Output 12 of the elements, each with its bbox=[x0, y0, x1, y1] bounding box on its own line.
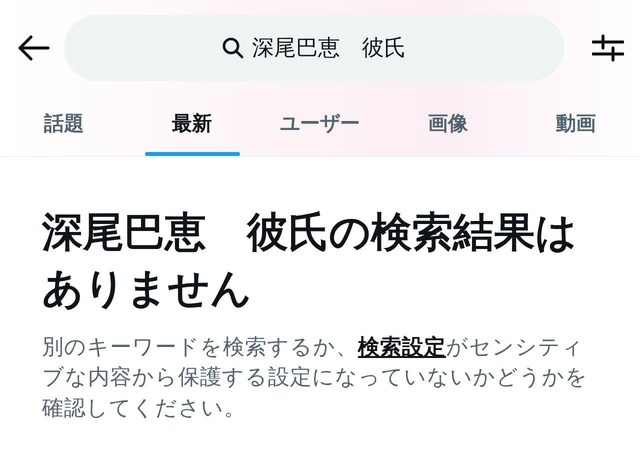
tab[interactable]: 画像 bbox=[384, 96, 512, 156]
search-field[interactable]: 深尾巴恵 彼氏 bbox=[64, 15, 564, 81]
filter-sliders-icon[interactable] bbox=[592, 33, 624, 63]
tab[interactable]: ユーザー bbox=[256, 96, 384, 156]
search-settings-link[interactable]: 検索設定 bbox=[358, 334, 446, 360]
empty-state-message: 別のキーワードを検索するか、検索設定がセンシティブな内容から保護する設定になっていないかどうかを確認してください。 bbox=[42, 334, 589, 423]
tab[interactable]: 動画 bbox=[512, 96, 640, 156]
empty-state-title: 深尾巴恵 彼氏の検索結果はありません bbox=[42, 207, 578, 314]
tab[interactable]: 話題 bbox=[0, 96, 128, 156]
back-arrow-icon[interactable] bbox=[18, 35, 50, 61]
tab[interactable]: 最新 bbox=[128, 96, 256, 156]
search-icon bbox=[222, 37, 244, 59]
